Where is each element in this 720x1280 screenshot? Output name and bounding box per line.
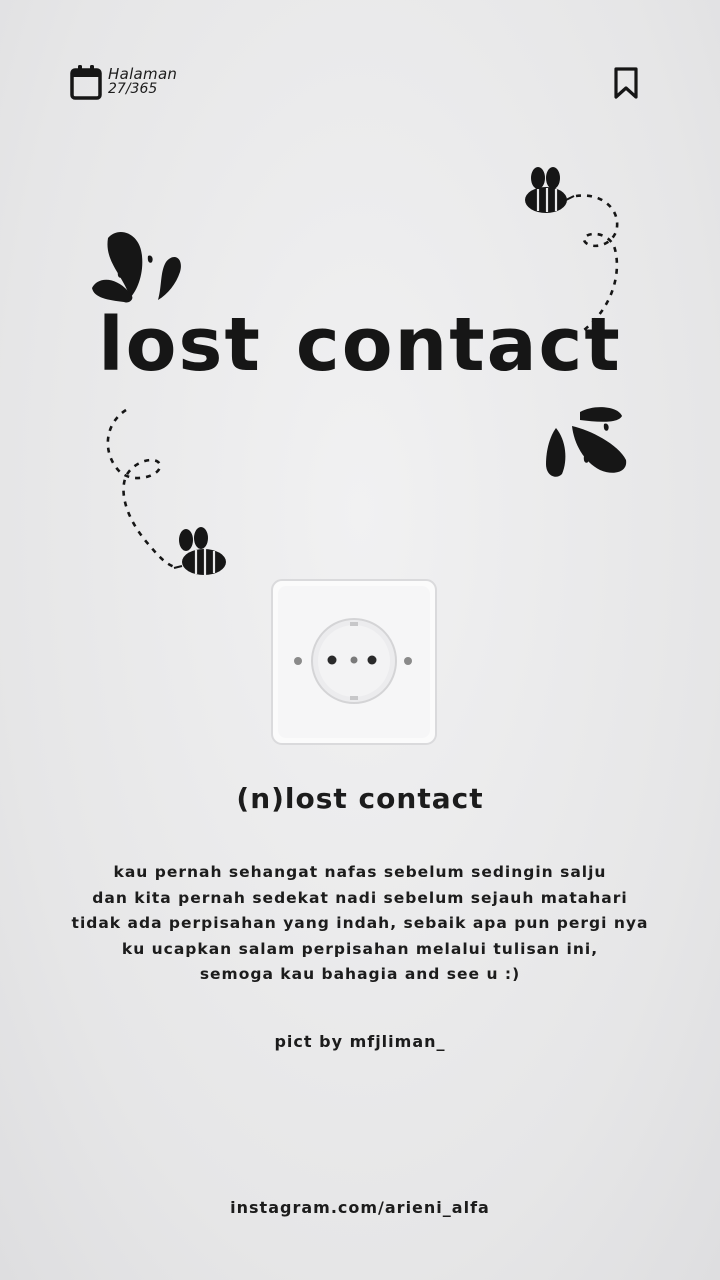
- poem-line: tidak ada perpisahan yang indah, sebaik …: [71, 914, 649, 932]
- poem-line: dan kita pernah sedekat nadi sebelum sej…: [92, 888, 628, 907]
- splash-doodle-top-left: [92, 232, 181, 303]
- bee-icon-bottom-left: [173, 527, 226, 575]
- poem-line: semoga kau bahagia and see u :): [199, 965, 521, 983]
- bee-icon-top-right: [525, 167, 575, 213]
- poem: kau pernah sehangat nafas sebelum seding…: [0, 860, 720, 988]
- title-word-contact: contact: [295, 302, 622, 388]
- poem-line: ku ucapkan salam perpisahan melalui tuli…: [121, 939, 599, 958]
- poem-line: kau pernah sehangat nafas sebelum seding…: [113, 863, 607, 881]
- photo-credit: pict by mfjliman_: [274, 1032, 446, 1051]
- instagram-link[interactable]: instagram.com/arieni_alfa: [0, 1198, 720, 1217]
- definition: (n)lost contact: [236, 782, 484, 815]
- bee-flight-path-bottom: [106, 408, 179, 570]
- splash-doodle-bottom-right: [546, 407, 627, 477]
- title: lost contact: [0, 302, 720, 388]
- wall-socket-image: [271, 579, 437, 745]
- title-word-lost: lost: [98, 302, 262, 388]
- story-page: Halaman 27/365 lost contact (n)lost cont…: [0, 0, 720, 1280]
